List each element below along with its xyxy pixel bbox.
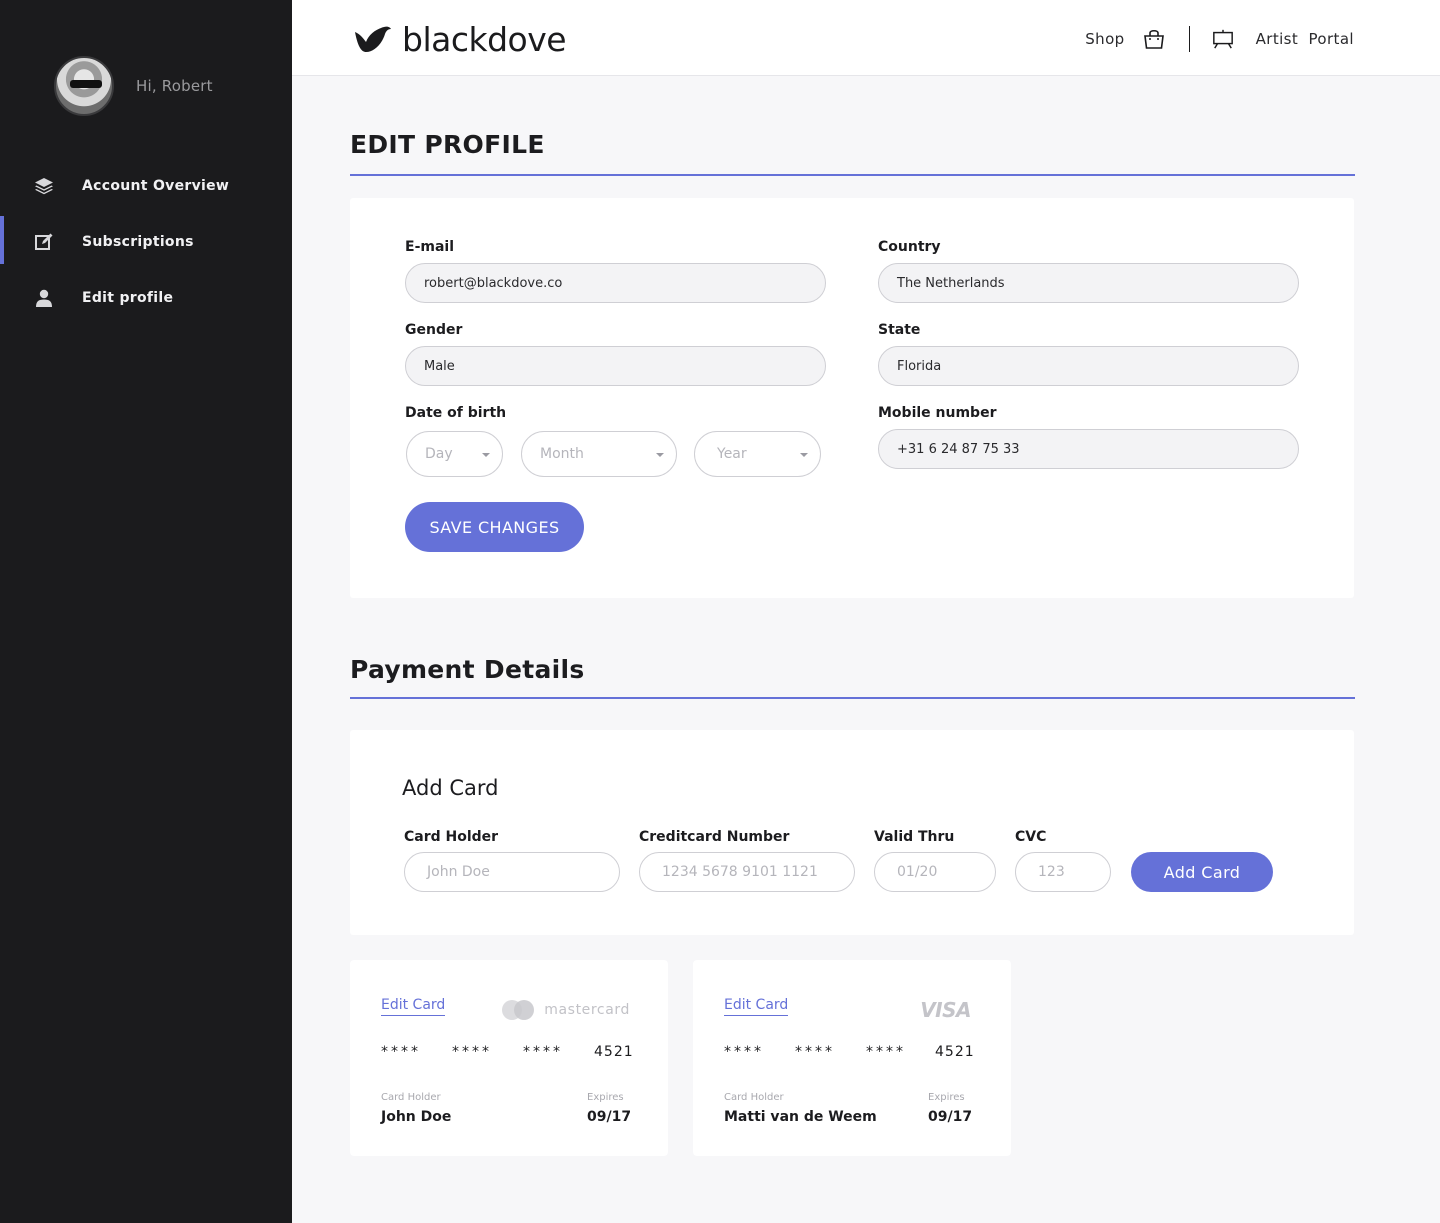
sidebar: Hi, Robert Account Overview Subscription… bbox=[0, 0, 292, 1223]
sidebar-item-account-overview[interactable]: Account Overview bbox=[0, 158, 292, 214]
artist-portal-link[interactable]: Artist Portal bbox=[1256, 30, 1354, 48]
shopping-bag-icon[interactable] bbox=[1143, 28, 1165, 50]
user-icon bbox=[34, 288, 54, 308]
chevron-down-icon bbox=[656, 453, 664, 457]
edit-card-link[interactable]: Edit Card bbox=[381, 997, 446, 1016]
sidebar-item-subscriptions[interactable]: Subscriptions bbox=[0, 214, 292, 270]
card-holder-label: Card Holder bbox=[404, 829, 499, 845]
mobile-field[interactable]: +31 6 24 87 75 33 bbox=[878, 429, 1299, 469]
mobile-label: Mobile number bbox=[878, 405, 997, 421]
saved-card: Edit Card VISA **** **** **** 4521 Card … bbox=[693, 960, 1011, 1156]
card-number-group: **** bbox=[381, 1044, 421, 1060]
valid-thru-field[interactable]: 01/20 bbox=[874, 852, 996, 892]
card-brand-name: VISA bbox=[920, 998, 971, 1022]
payment-section-title: Payment Details bbox=[350, 655, 585, 684]
chevron-down-icon bbox=[800, 453, 808, 457]
card-holder-caption: Card Holder bbox=[381, 1092, 441, 1103]
page-title: EDIT PROFILE bbox=[350, 130, 545, 159]
avatar[interactable] bbox=[54, 56, 114, 116]
top-bar: blackdove Shop Artist Portal bbox=[292, 0, 1440, 76]
card-number-group: **** bbox=[523, 1044, 563, 1060]
sidebar-item-label: Account Overview bbox=[82, 178, 230, 194]
edit-square-icon bbox=[34, 232, 54, 252]
card-brand-name: mastercard bbox=[544, 1002, 630, 1018]
greeting-text: Hi, Robert bbox=[136, 77, 213, 95]
country-field[interactable]: The Netherlands bbox=[878, 263, 1299, 303]
dob-year-select[interactable]: Year bbox=[694, 431, 821, 477]
card-holder-name: Matti van de Weem bbox=[724, 1109, 877, 1125]
section-divider bbox=[350, 697, 1355, 699]
dob-label: Date of birth bbox=[405, 405, 507, 421]
dob-year-value: Year bbox=[717, 446, 747, 462]
card-number-group: **** bbox=[724, 1044, 764, 1060]
cvc-field[interactable]: 123 bbox=[1015, 852, 1111, 892]
edit-card-link[interactable]: Edit Card bbox=[724, 997, 789, 1016]
dob-month-select[interactable]: Month bbox=[521, 431, 677, 477]
cvc-label: CVC bbox=[1015, 829, 1047, 845]
saved-card: Edit Card mastercard **** **** **** 4521… bbox=[350, 960, 668, 1156]
card-expiry: 09/17 bbox=[587, 1109, 632, 1125]
email-label: E-mail bbox=[405, 239, 455, 255]
logo-text: blackdove bbox=[402, 20, 567, 59]
layers-icon bbox=[34, 176, 54, 196]
sidebar-item-label: Subscriptions bbox=[82, 234, 194, 250]
visa-logo: VISA bbox=[920, 998, 971, 1022]
easel-icon[interactable] bbox=[1212, 28, 1234, 50]
card-number-label: Creditcard Number bbox=[639, 829, 790, 845]
header-actions: Shop Artist Portal bbox=[1085, 26, 1354, 52]
card-number-group: **** bbox=[866, 1044, 906, 1060]
save-changes-button[interactable]: SAVE CHANGES bbox=[405, 502, 584, 552]
edit-profile-form: E-mail robert@blackdove.co Gender Male D… bbox=[350, 198, 1354, 598]
card-holder-caption: Card Holder bbox=[724, 1092, 784, 1103]
sidebar-item-edit-profile[interactable]: Edit profile bbox=[0, 270, 292, 326]
card-holder-field[interactable]: John Doe bbox=[404, 852, 620, 892]
expires-caption: Expires bbox=[928, 1092, 965, 1103]
state-label: State bbox=[878, 322, 921, 338]
valid-thru-label: Valid Thru bbox=[874, 829, 955, 845]
dove-logo-icon bbox=[355, 26, 391, 52]
card-expiry: 09/17 bbox=[928, 1109, 973, 1125]
expires-caption: Expires bbox=[587, 1092, 624, 1103]
dob-day-value: Day bbox=[425, 446, 453, 462]
sidebar-nav: Account Overview Subscriptions Edit prof… bbox=[0, 158, 292, 326]
shop-link[interactable]: Shop bbox=[1085, 30, 1124, 48]
card-number-group: **** bbox=[795, 1044, 835, 1060]
logo[interactable]: blackdove bbox=[354, 20, 567, 59]
add-card-form: Add Card Card Holder John Doe Creditcard… bbox=[350, 730, 1354, 935]
section-divider bbox=[350, 174, 1355, 176]
card-number-group: **** bbox=[452, 1044, 492, 1060]
dob-day-select[interactable]: Day bbox=[406, 431, 503, 477]
dob-month-value: Month bbox=[540, 446, 584, 462]
card-last-four: 4521 bbox=[935, 1044, 975, 1060]
chevron-down-icon bbox=[482, 453, 490, 457]
gender-label: Gender bbox=[405, 322, 463, 338]
header-divider bbox=[1188, 26, 1190, 52]
card-number-field[interactable]: 1234 5678 9101 1121 bbox=[639, 852, 855, 892]
gender-field[interactable]: Male bbox=[405, 346, 826, 386]
add-card-button[interactable]: Add Card bbox=[1131, 852, 1273, 892]
mastercard-logo: mastercard bbox=[500, 998, 630, 1022]
email-field[interactable]: robert@blackdove.co bbox=[405, 263, 826, 303]
sidebar-item-label: Edit profile bbox=[82, 290, 174, 306]
state-field[interactable]: Florida bbox=[878, 346, 1299, 386]
country-label: Country bbox=[878, 239, 941, 255]
card-last-four: 4521 bbox=[594, 1044, 634, 1060]
card-holder-name: John Doe bbox=[381, 1109, 452, 1125]
user-profile: Hi, Robert bbox=[54, 56, 213, 116]
add-card-title: Add Card bbox=[402, 776, 499, 800]
mastercard-icon bbox=[502, 1000, 535, 1020]
